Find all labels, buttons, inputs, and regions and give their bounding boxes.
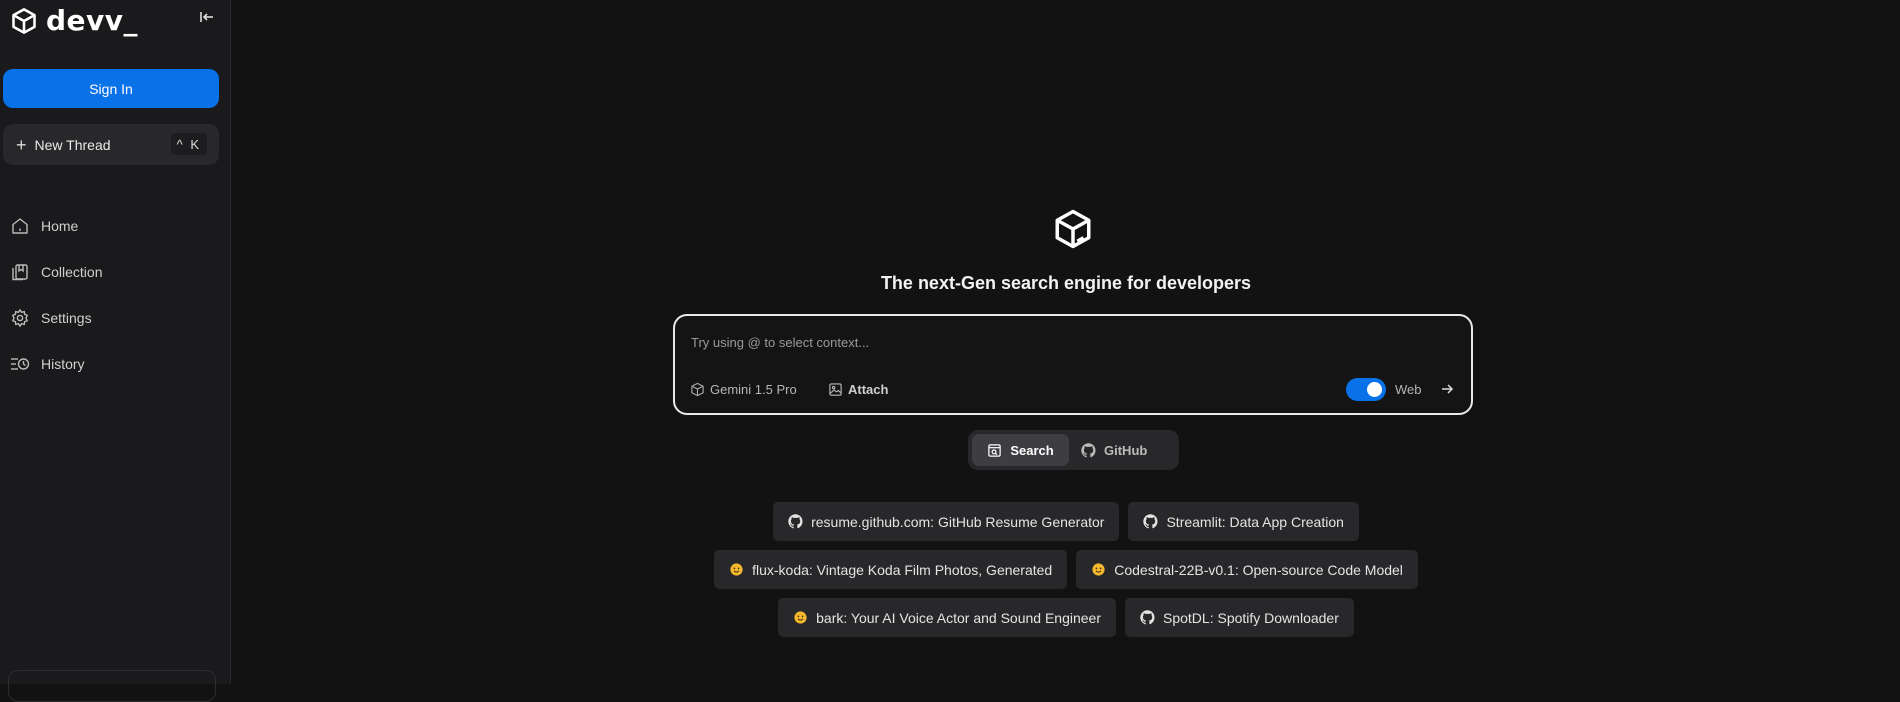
sidebar-item-home[interactable]: Home: [10, 203, 102, 249]
suggestion-label: Streamlit: Data App Creation: [1166, 513, 1344, 530]
gear-icon: [11, 308, 29, 328]
collection-icon: [12, 264, 28, 281]
tab-search[interactable]: Search: [972, 434, 1069, 466]
search-input[interactable]: [689, 330, 1413, 354]
main-content: The next-Gen search engine for developer…: [232, 0, 1900, 684]
sidebar-nav: Home Collection Settings History: [10, 203, 102, 387]
huggingface-icon: [730, 563, 743, 576]
plus-icon: +: [16, 134, 27, 155]
attach-label: Attach: [848, 382, 889, 397]
toggle-knob: [1367, 382, 1382, 397]
search-icon: [988, 443, 1002, 457]
github-icon: [1140, 610, 1155, 625]
model-label: Gemini 1.5 Pro: [710, 382, 797, 397]
new-thread-button[interactable]: + New Thread ^ K: [3, 124, 219, 165]
sidebar: devv_ Sign In + New Thread ^ K Home Coll…: [0, 0, 231, 702]
sidebar-item-settings[interactable]: Settings: [10, 295, 102, 341]
suggestion-label: Codestral-22B-v0.1: Open-source Code Mod…: [1114, 561, 1403, 578]
suggestion-chip[interactable]: flux-koda: Vintage Koda Film Photos, Gen…: [714, 550, 1068, 589]
home-icon: [12, 218, 28, 234]
web-toggle[interactable]: [1346, 378, 1386, 401]
suggestion-chip[interactable]: Codestral-22B-v0.1: Open-source Code Mod…: [1076, 550, 1418, 589]
brand[interactable]: devv_: [10, 4, 138, 37]
suggestion-label: bark: Your AI Voice Actor and Sound Engi…: [816, 609, 1101, 626]
page-title: The next-Gen search engine for developer…: [880, 273, 1252, 293]
suggestion-label: SpotDL: Spotify Downloader: [1163, 609, 1339, 626]
sidebar-item-history[interactable]: History: [10, 341, 102, 387]
sidebar-item-label: History: [41, 356, 85, 372]
devv-logo-icon: [10, 7, 38, 35]
sidebar-item-label: Settings: [41, 310, 92, 326]
web-label: Web: [1395, 382, 1422, 397]
huggingface-icon: [794, 611, 807, 624]
tab-label: Search: [1010, 442, 1054, 458]
brand-name: devv_: [46, 4, 139, 37]
history-icon: [11, 358, 30, 370]
image-icon: [829, 383, 842, 396]
sign-in-button[interactable]: Sign In: [3, 69, 219, 108]
sidebar-item-collection[interactable]: Collection: [10, 249, 102, 295]
huggingface-icon: [1092, 563, 1105, 576]
sidebar-item-label: Collection: [41, 264, 103, 280]
send-arrow-icon[interactable]: [1438, 380, 1456, 398]
devv-logo-icon: [1052, 208, 1094, 250]
suggestion-chip[interactable]: SpotDL: Spotify Downloader: [1125, 598, 1354, 637]
suggestion-label: flux-koda: Vintage Koda Film Photos, Gen…: [752, 561, 1053, 578]
collapse-sidebar-icon[interactable]: [198, 8, 216, 26]
search-box: Gemini 1.5 Pro Attach Web: [673, 314, 1473, 415]
cube-icon: [691, 382, 704, 397]
suggestion-row: flux-koda: Vintage Koda Film Photos, Gen…: [232, 550, 1900, 589]
sidebar-item-label: Home: [41, 218, 79, 234]
github-icon: [1081, 442, 1096, 457]
suggestion-chip[interactable]: bark: Your AI Voice Actor and Sound Engi…: [778, 598, 1116, 637]
model-selector[interactable]: Gemini 1.5 Pro: [690, 382, 797, 397]
suggestion-chip[interactable]: Streamlit: Data App Creation: [1128, 502, 1359, 541]
tab-github[interactable]: GitHub: [1081, 434, 1147, 466]
suggestion-list: resume.github.com: GitHub Resume Generat…: [232, 502, 1900, 646]
tab-label: GitHub: [1104, 442, 1148, 458]
mode-switcher: Search GitHub: [968, 430, 1179, 470]
sidebar-footer-card[interactable]: [8, 670, 216, 702]
shortcut-badge: ^ K: [170, 133, 207, 155]
suggestion-row: bark: Your AI Voice Actor and Sound Engi…: [232, 598, 1900, 637]
attach-button[interactable]: Attach: [828, 382, 888, 397]
github-icon: [1143, 514, 1158, 529]
suggestion-chip[interactable]: resume.github.com: GitHub Resume Generat…: [773, 502, 1120, 541]
suggestion-label: resume.github.com: GitHub Resume Generat…: [811, 513, 1105, 530]
github-icon: [788, 514, 803, 529]
suggestion-row: resume.github.com: GitHub Resume Generat…: [232, 502, 1900, 541]
new-thread-label: New Thread: [34, 136, 111, 153]
